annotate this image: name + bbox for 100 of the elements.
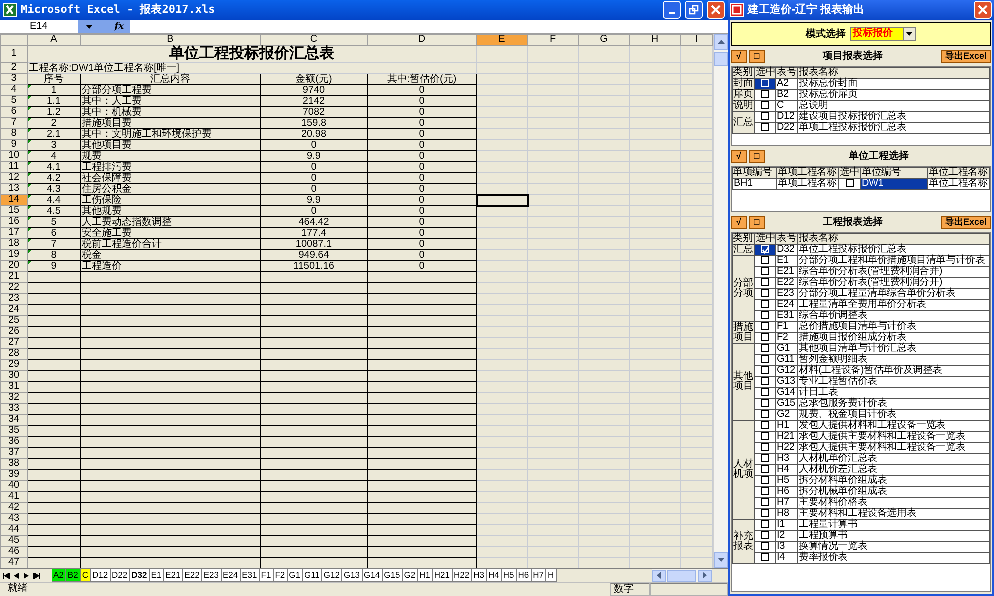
checkbox[interactable] — [761, 123, 769, 132]
sheet-tab[interactable]: G15 — [382, 569, 403, 582]
row-header[interactable]: 17 — [0, 228, 28, 238]
sheet-tab[interactable]: F2 — [274, 569, 288, 582]
sheet-tab[interactable]: H4 — [486, 569, 502, 582]
checkbox[interactable] — [761, 112, 769, 120]
sheet-tab[interactable]: E22 — [183, 569, 202, 582]
selection-cell[interactable] — [754, 464, 776, 476]
row-header[interactable]: 42 — [0, 502, 28, 514]
selection-cell[interactable] — [754, 354, 776, 366]
row-header[interactable]: 2 — [0, 62, 28, 74]
checkbox[interactable] — [761, 498, 769, 506]
row-header[interactable]: 29 — [0, 360, 28, 370]
left-arrow-icon[interactable] — [656, 572, 661, 579]
selection-cell[interactable] — [754, 508, 776, 520]
minimize-button[interactable] — [663, 1, 681, 19]
sheet-tab[interactable]: F1 — [260, 569, 274, 582]
row-header[interactable]: 4 — [0, 84, 28, 96]
row-header[interactable]: 9 — [0, 140, 28, 150]
uncheck-all-button[interactable]: □ — [749, 150, 765, 162]
checkbox[interactable] — [761, 322, 769, 330]
sheet-tab[interactable]: G12 — [322, 569, 342, 582]
checkbox[interactable] — [761, 454, 769, 462]
selection-cell[interactable] — [754, 112, 776, 122]
selection-cell[interactable] — [754, 322, 776, 332]
row-header[interactable]: 18 — [0, 238, 28, 250]
checkbox[interactable] — [761, 355, 769, 364]
check-all-button[interactable]: √ — [731, 216, 747, 228]
checkbox[interactable] — [761, 542, 769, 550]
row-header[interactable]: 25 — [0, 316, 28, 326]
row-header[interactable]: 15 — [0, 206, 28, 216]
column-header[interactable]: G — [578, 34, 630, 46]
sheet-tab[interactable]: H1 — [418, 569, 433, 582]
sheet-tab[interactable]: D32 — [130, 569, 150, 582]
checkbox[interactable] — [761, 432, 769, 440]
selection-cell[interactable] — [838, 178, 860, 190]
checkbox[interactable] — [761, 300, 769, 308]
sheet-tab[interactable]: E31 — [240, 569, 260, 582]
sheet-tab[interactable]: G11 — [302, 569, 322, 582]
row-header[interactable]: 23 — [0, 294, 28, 304]
selection-cell[interactable] — [754, 366, 776, 376]
sheet-tab[interactable]: E21 — [164, 569, 184, 582]
row-header[interactable]: 37 — [0, 448, 28, 458]
row-header[interactable]: 13 — [0, 184, 28, 194]
selection-cell[interactable] — [754, 310, 776, 322]
row-header[interactable]: 16 — [0, 216, 28, 228]
column-header[interactable]: A — [28, 34, 80, 46]
sheet-tab[interactable]: E24 — [222, 569, 241, 582]
checkbox[interactable] — [761, 410, 769, 418]
scroll-thumb[interactable] — [666, 570, 696, 582]
down-arrow-icon[interactable] — [718, 558, 724, 562]
row-header[interactable]: 31 — [0, 382, 28, 392]
row-header[interactable]: 30 — [0, 370, 28, 382]
row-header[interactable]: 43 — [0, 514, 28, 524]
sheet-tab[interactable]: G1 — [288, 569, 303, 582]
selection-cell[interactable] — [754, 300, 776, 310]
sheet-tab[interactable]: H21 — [432, 569, 453, 582]
last-sheet-icon[interactable] — [33, 572, 41, 578]
checkbox[interactable] — [761, 421, 769, 430]
checkbox[interactable] — [761, 101, 769, 110]
vertical-scrollbar[interactable] — [713, 34, 728, 568]
active-cell[interactable] — [476, 194, 528, 206]
row-header[interactable]: 38 — [0, 458, 28, 470]
row-header[interactable]: 8 — [0, 128, 28, 140]
selection-cell[interactable] — [754, 454, 776, 464]
row-header[interactable]: 19 — [0, 250, 28, 260]
checkbox[interactable] — [761, 443, 769, 452]
selection-cell[interactable] — [754, 344, 776, 354]
column-header[interactable]: F — [528, 34, 578, 46]
row-header[interactable]: 24 — [0, 304, 28, 316]
selection-cell[interactable] — [754, 288, 776, 300]
row-header[interactable]: 14 — [0, 194, 28, 206]
selection-cell[interactable] — [754, 486, 776, 498]
caret-icon[interactable] — [906, 32, 913, 36]
selection-cell[interactable] — [754, 410, 776, 420]
check-all-button[interactable]: √ — [731, 50, 747, 62]
row-header[interactable]: 44 — [0, 524, 28, 536]
insert-function-button[interactable]: fx — [114, 22, 124, 32]
sheet-tab[interactable]: E23 — [202, 569, 222, 582]
checkbox[interactable] — [761, 531, 769, 540]
sheet-tab[interactable]: H6 — [516, 569, 532, 582]
checkbox[interactable] — [761, 553, 769, 562]
selection-cell[interactable] — [754, 332, 776, 344]
sheet-tab[interactable]: H5 — [502, 569, 517, 582]
checkbox[interactable] — [761, 256, 769, 264]
selection-cell[interactable] — [754, 432, 776, 442]
table-cell[interactable]: DW1 — [860, 178, 928, 190]
selection-cell[interactable] — [754, 530, 776, 542]
row-header[interactable]: 12 — [0, 172, 28, 184]
selection-cell[interactable] — [754, 376, 776, 388]
selection-cell[interactable] — [754, 520, 776, 530]
checkbox[interactable] — [846, 179, 854, 188]
close-button[interactable] — [707, 1, 725, 19]
checkbox[interactable] — [761, 333, 769, 342]
sheet-tab[interactable]: G2 — [402, 569, 418, 582]
selection-cell[interactable] — [754, 256, 776, 266]
sheet-tab[interactable]: H — [546, 569, 557, 582]
previous-sheet-icon[interactable] — [13, 572, 21, 578]
export-excel-button[interactable]: 导出Excel — [941, 50, 991, 62]
caret-icon[interactable] — [86, 24, 93, 28]
